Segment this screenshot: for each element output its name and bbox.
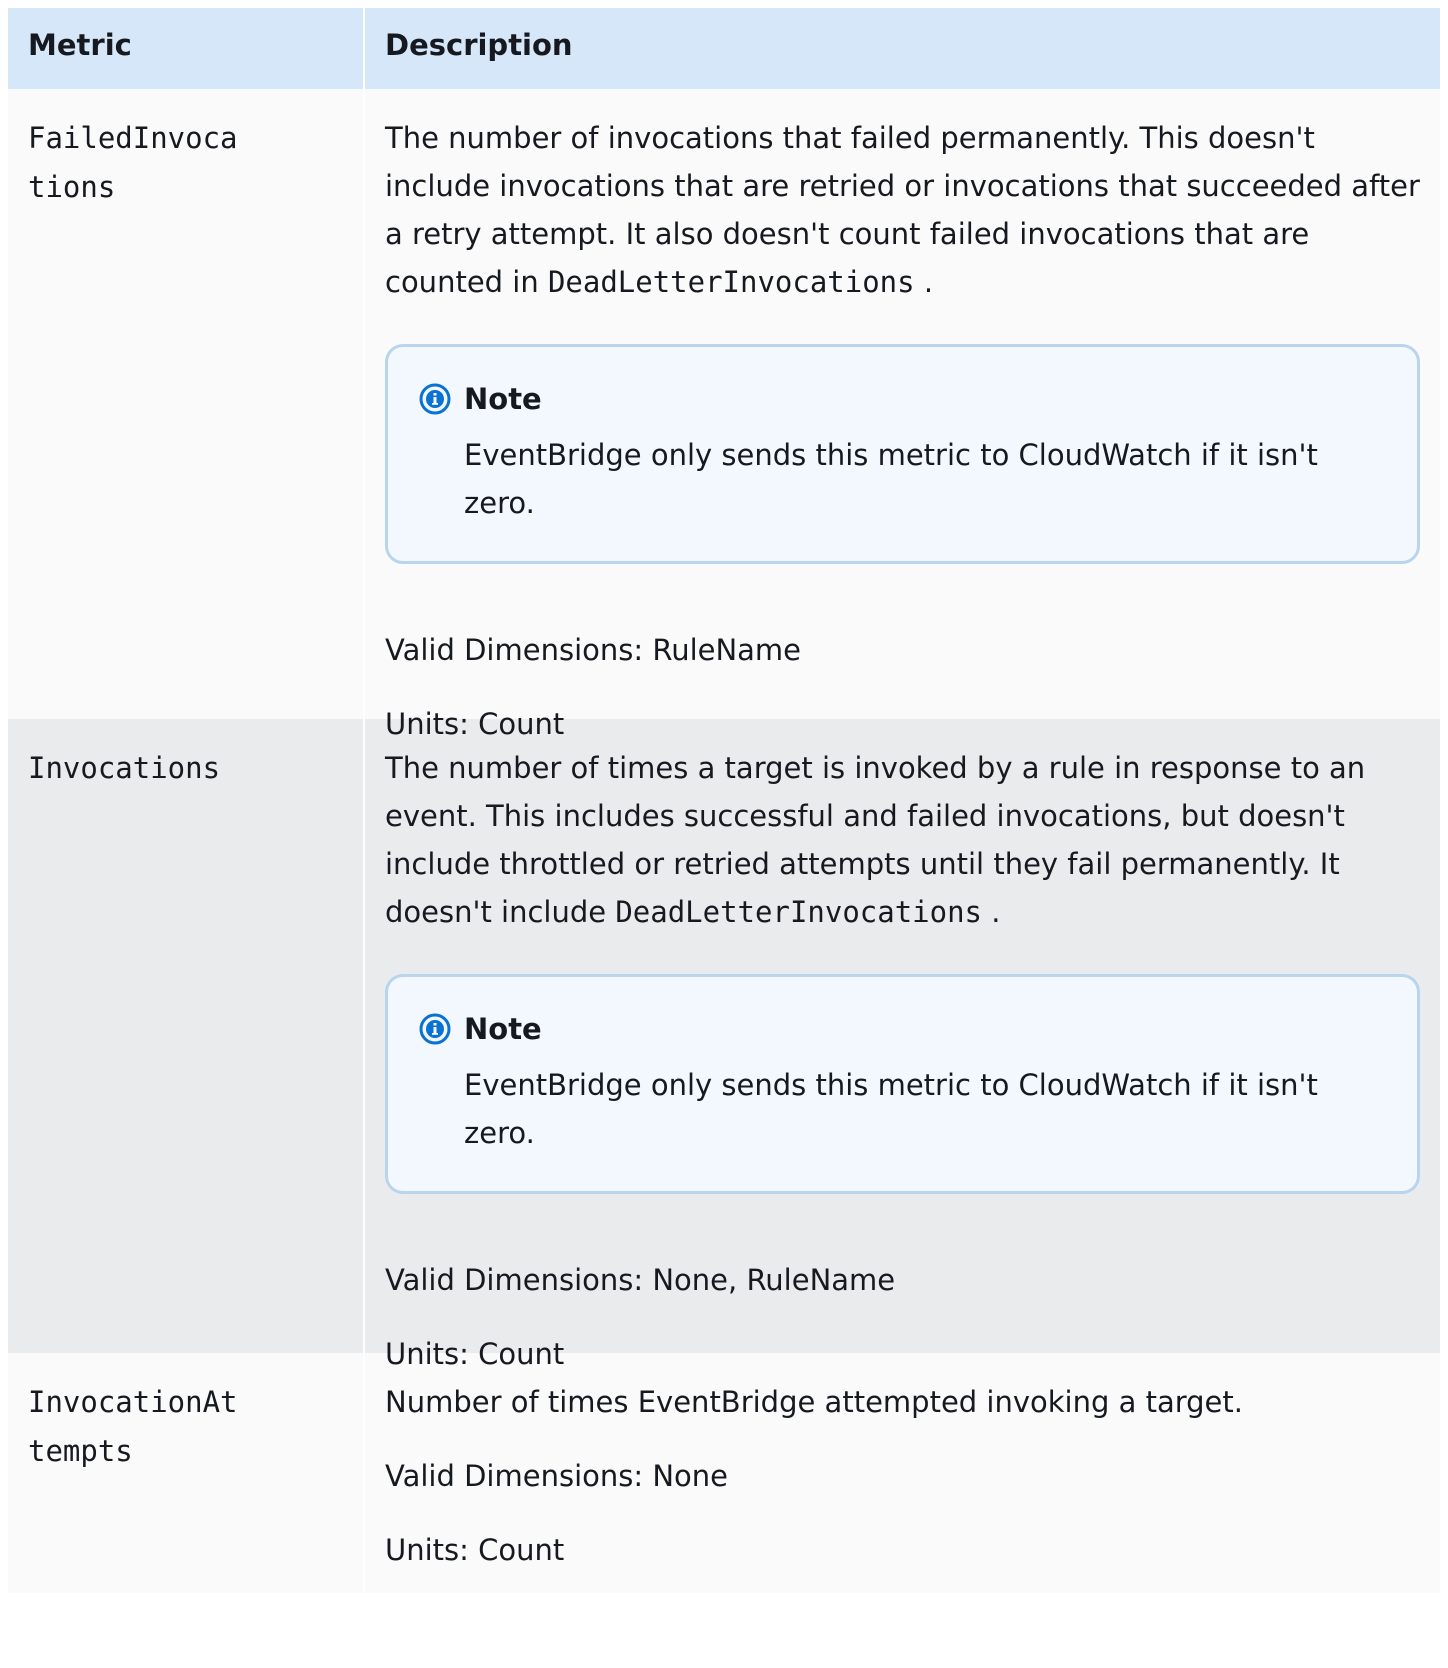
- note-title: Note: [464, 1012, 542, 1046]
- note-box: Note EventBridge only sends this metric …: [385, 344, 1420, 564]
- description-cell: The number of times a target is invoked …: [365, 719, 1440, 1371]
- units: Units: Count: [385, 1533, 565, 1567]
- info-circle-icon: [419, 1013, 451, 1045]
- note-text: EventBridge only sends this metric to Cl…: [464, 1068, 1318, 1150]
- table-row: InvocationAttempts Number of times Event…: [8, 1353, 1440, 1593]
- note-text: EventBridge only sends this metric to Cl…: [464, 438, 1318, 520]
- description-text: The number of times a target is invoked …: [385, 751, 1366, 929]
- valid-dimensions: Valid Dimensions: RuleName: [385, 633, 802, 667]
- description-text: Number of times EventBridge attempted in…: [385, 1385, 1243, 1419]
- inline-code: DeadLetterInvocations: [615, 895, 982, 929]
- note-box: Note EventBridge only sends this metric …: [385, 974, 1420, 1194]
- description-cell: The number of invocations that failed pe…: [365, 89, 1440, 741]
- metric-name: Invocations: [28, 751, 221, 785]
- table-header-row: Metric Description: [8, 8, 1440, 89]
- table-row: Invocations The number of times a target…: [8, 719, 1440, 1371]
- note-title: Note: [464, 382, 542, 416]
- description-text: The number of invocations that failed pe…: [385, 121, 1420, 299]
- metric-name: FailedInvocations: [28, 121, 238, 204]
- table-row: FailedInvocations The number of invocati…: [8, 89, 1440, 741]
- info-circle-icon: [419, 383, 451, 415]
- metrics-table: Metric Description FailedInvocations The…: [8, 8, 1440, 1593]
- header-description: Description: [385, 28, 573, 62]
- description-cell: Number of times EventBridge attempted in…: [365, 1353, 1440, 1593]
- metric-name: InvocationAttempts: [28, 1385, 238, 1468]
- inline-code: DeadLetterInvocations: [547, 265, 915, 299]
- valid-dimensions: Valid Dimensions: None: [385, 1459, 729, 1493]
- header-metric: Metric: [8, 8, 365, 89]
- valid-dimensions: Valid Dimensions: None, RuleName: [385, 1263, 896, 1297]
